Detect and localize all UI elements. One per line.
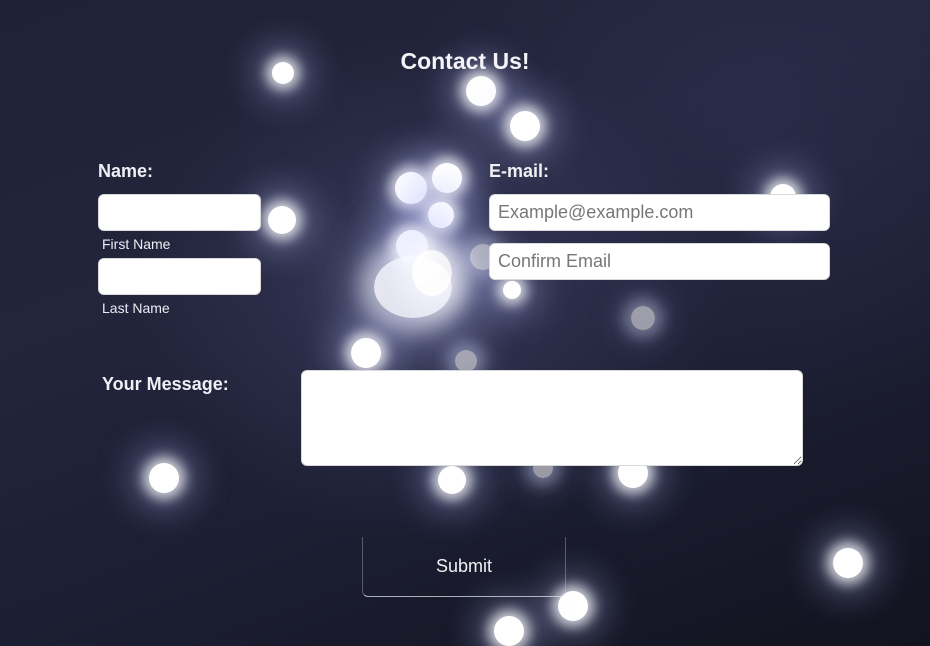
bokeh-light (438, 466, 466, 494)
first-name-input[interactable] (98, 194, 261, 231)
bokeh-light (833, 548, 863, 578)
confirm-email-input[interactable] (489, 243, 830, 280)
bokeh-light (432, 163, 462, 193)
submit-button[interactable]: Submit (362, 537, 566, 597)
bokeh-light (149, 463, 179, 493)
bokeh-light (268, 206, 296, 234)
message-textarea[interactable] (301, 370, 803, 466)
bokeh-light (396, 230, 428, 262)
bokeh-light (374, 256, 452, 318)
email-label: E-mail: (489, 161, 550, 181)
bokeh-light (494, 616, 524, 646)
email-input[interactable] (489, 194, 830, 231)
bokeh-light (631, 306, 655, 330)
bokeh-light (428, 202, 454, 228)
bokeh-light (351, 338, 381, 368)
bokeh-light (510, 111, 540, 141)
last-name-input[interactable] (98, 258, 261, 295)
bokeh-light (455, 350, 477, 372)
bokeh-light (395, 172, 427, 204)
bokeh-light (466, 76, 496, 106)
name-label: Name: (98, 161, 154, 181)
last-name-caption: Last Name (102, 300, 170, 316)
message-label: Your Message: (102, 374, 229, 394)
first-name-caption: First Name (102, 236, 171, 252)
bokeh-light (412, 250, 452, 296)
bokeh-light (503, 281, 521, 299)
page-title: Contact Us! (400, 48, 530, 74)
